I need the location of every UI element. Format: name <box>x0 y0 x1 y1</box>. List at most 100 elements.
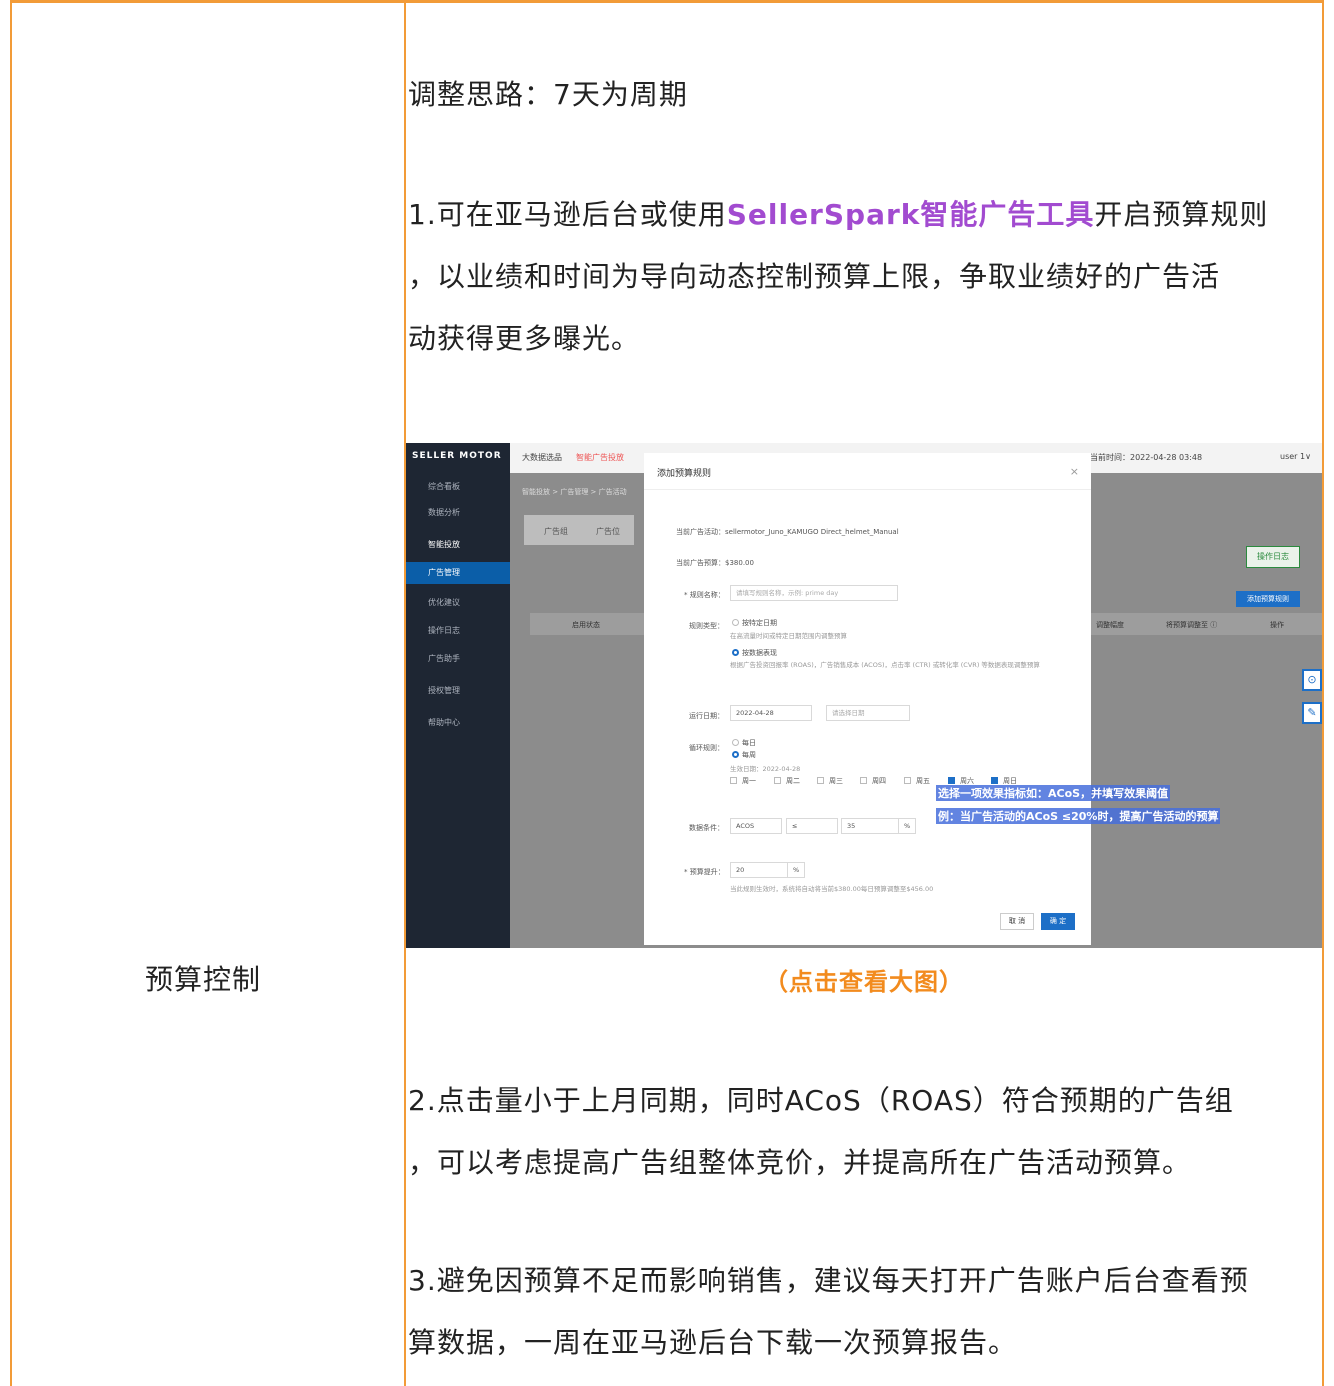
screenshot-image[interactable]: SELLER MOTOR 综合看板 数据分析 智能投放 广告管理 优化建议 操作… <box>406 443 1322 948</box>
opt1-desc: 在高流量时间或特定日期范围内调整预算 <box>730 632 847 640</box>
condition-metric: ACOS <box>730 818 782 834</box>
modal-title: 添加预算规则 <box>657 469 712 479</box>
weekday-checkbox <box>860 777 867 784</box>
col-header: 操作 <box>1270 621 1284 629</box>
p1-text-before: 1.可在亚马逊后台或使用 <box>408 198 727 231</box>
tab: 广告组 <box>544 527 568 536</box>
weekday: 周三 <box>829 777 843 785</box>
weekday-checkbox-checked <box>948 777 955 784</box>
menu-item: 授权管理 <box>428 686 460 695</box>
weekday: 周四 <box>872 777 886 785</box>
condition-value: 35 <box>841 818 899 834</box>
sellerspark-link[interactable]: SellerSpark智能广告工具 <box>727 198 1095 231</box>
opt2: 按数据表现 <box>742 649 777 657</box>
radio-daily <box>732 739 739 746</box>
p1-text-after: 开启预算规则 <box>1094 198 1269 231</box>
raise-value: 20 <box>730 862 788 878</box>
paragraph-3: 3.避免因预算不足而影响销售，建议每天打开广告账户后台查看预 算数据，一周在亚马… <box>408 1250 1249 1374</box>
weekday: 周二 <box>786 777 800 785</box>
sidebar: SELLER MOTOR 综合看板 数据分析 智能投放 广告管理 优化建议 操作… <box>406 443 510 948</box>
cycle-weekly: 每周 <box>742 751 756 759</box>
p2-line2: ，可以考虑提高广告组整体竞价，并提高所在广告活动预算。 <box>408 1146 1192 1179</box>
p1-line2: ，以业绩和时间为导向动态控制预算上限，争取业绩好的广告活 <box>408 260 1221 293</box>
weekday-checkbox <box>904 777 911 784</box>
run-date-start: 2022-04-28 <box>730 705 812 721</box>
rule-name-label: * 规则名称： <box>684 591 725 599</box>
budget-value: $380.00 <box>725 559 754 567</box>
breadcrumb: 智能投放 > 广告管理 > 广告活动 <box>522 488 627 496</box>
weekday-checkbox <box>817 777 824 784</box>
rule-name-input: 请填写规则名称，示例: prime day <box>730 585 898 601</box>
weekday: 周一 <box>742 777 756 785</box>
table-right-border <box>1322 0 1324 1386</box>
paragraph-1: 1.可在亚马逊后台或使用SellerSpark智能广告工具开启预算规则 ，以业绩… <box>408 184 1268 370</box>
menu-item: 帮助中心 <box>428 718 460 727</box>
tabs: 广告组 广告位 <box>524 515 634 545</box>
p3-line1: 3.避免因预算不足而影响销售，建议每天打开广告账户后台查看预 <box>408 1264 1249 1297</box>
condition-label: 数据条件： <box>689 824 724 832</box>
cycle-daily: 每日 <box>742 739 756 747</box>
budget-label: 当前广告预算：$380.00 <box>676 558 754 568</box>
menu-item: 操作日志 <box>428 626 460 635</box>
annotation-2: 例：当广告活动的ACoS ≤20%时，提高广告活动的预算 <box>936 808 1221 824</box>
radio-performance <box>732 649 739 656</box>
menu-item: 广告助手 <box>428 654 460 663</box>
current-time: 当前时间：2022-04-28 03:48 <box>1090 453 1203 462</box>
effective-date: 生效日期：2022-04-28 <box>730 765 801 773</box>
cancel-button: 取 消 <box>1000 913 1034 930</box>
paragraph-strategy: 调整思路：7天为周期 <box>408 64 688 126</box>
weekday-checkbox <box>730 777 737 784</box>
paragraph-2: 2.点击量小于上月同期，同时ACoS（ROAS）符合预期的广告组 ，可以考虑提高… <box>408 1070 1234 1194</box>
row-label: 预算控制 <box>145 963 262 996</box>
raise-note: 当此规则生效时，系统将自动将当前$380.00每日预算调整至$456.00 <box>730 885 934 893</box>
table-top-border <box>10 0 1324 3</box>
add-budget-rule-modal: 添加预算规则 × 当前广告活动：sellermotor_Juno_KAMUGO … <box>644 453 1091 945</box>
radio-weekly <box>732 751 739 758</box>
raise-label: * 预算提升： <box>684 868 725 876</box>
weekday-checkbox <box>774 777 781 784</box>
run-date-end: 请选择日期 <box>826 705 910 721</box>
p3-line2: 算数据，一周在亚马逊后台下载一次预算报告。 <box>408 1326 1018 1359</box>
table-left-border <box>10 0 12 1386</box>
campaign-value: sellermotor_Juno_KAMUGO Direct_helmet_Ma… <box>725 528 899 536</box>
close-icon: × <box>1069 465 1079 478</box>
top-nav-item: 智能广告投放 <box>576 453 624 462</box>
col-header: 启用状态 <box>572 621 600 629</box>
edit-icon: ✎ <box>1302 702 1322 724</box>
col-header: 将预算调整至 ⓘ <box>1166 621 1218 629</box>
operation-log-button: 操作日志 <box>1246 546 1300 568</box>
tab: 广告位 <box>596 527 620 536</box>
p1-line3: 动获得更多曝光。 <box>408 322 641 355</box>
user-menu: user 1∨ <box>1280 452 1311 461</box>
strategy-text: 调整思路：7天为周期 <box>408 78 688 111</box>
run-date-label: 运行日期： <box>689 712 724 720</box>
condition-operator: ≤ <box>786 818 838 834</box>
condition-unit: % <box>898 818 916 834</box>
add-rule-button: 添加预算规则 <box>1236 591 1300 607</box>
menu-item: 数据分析 <box>428 508 460 517</box>
campaign-label-text: 当前广告活动： <box>676 528 725 536</box>
budget-label-text: 当前广告预算： <box>676 559 725 567</box>
menu-item: 优化建议 <box>428 598 460 607</box>
view-large-image-link[interactable]: （点击查看大图） <box>406 962 1322 997</box>
rule-type-label: 规则类型： <box>689 622 724 630</box>
opt1: 按特定日期 <box>742 619 777 627</box>
top-nav-item: 大数据选品 <box>522 453 562 462</box>
divider <box>644 489 1091 490</box>
menu-item: 智能投放 <box>428 540 460 549</box>
menu-item-active: 广告管理 <box>406 562 510 584</box>
col-header: 调整幅度 <box>1096 621 1124 629</box>
menu-item: 综合看板 <box>428 482 460 491</box>
p2-line1: 2.点击量小于上月同期，同时ACoS（ROAS）符合预期的广告组 <box>408 1084 1234 1117</box>
cycle-label: 循环规则： <box>689 744 724 752</box>
annotation-1: 选择一项效果指标如：ACoS，并填写效果阈值 <box>936 785 1171 801</box>
play-icon: ⊙ <box>1302 669 1322 691</box>
opt2-desc: 根据广告投资回报率 (ROAS)，广告销售成本 (ACOS)，点击率 (CTR)… <box>730 661 1040 669</box>
weekday-checkbox-checked <box>991 777 998 784</box>
logo: SELLER MOTOR <box>412 451 502 461</box>
raise-unit: % <box>787 862 805 878</box>
radio-specific-date <box>732 619 739 626</box>
weekday: 周五 <box>916 777 930 785</box>
ok-button: 确 定 <box>1041 913 1075 930</box>
campaign-label: 当前广告活动：sellermotor_Juno_KAMUGO Direct_he… <box>676 527 899 537</box>
